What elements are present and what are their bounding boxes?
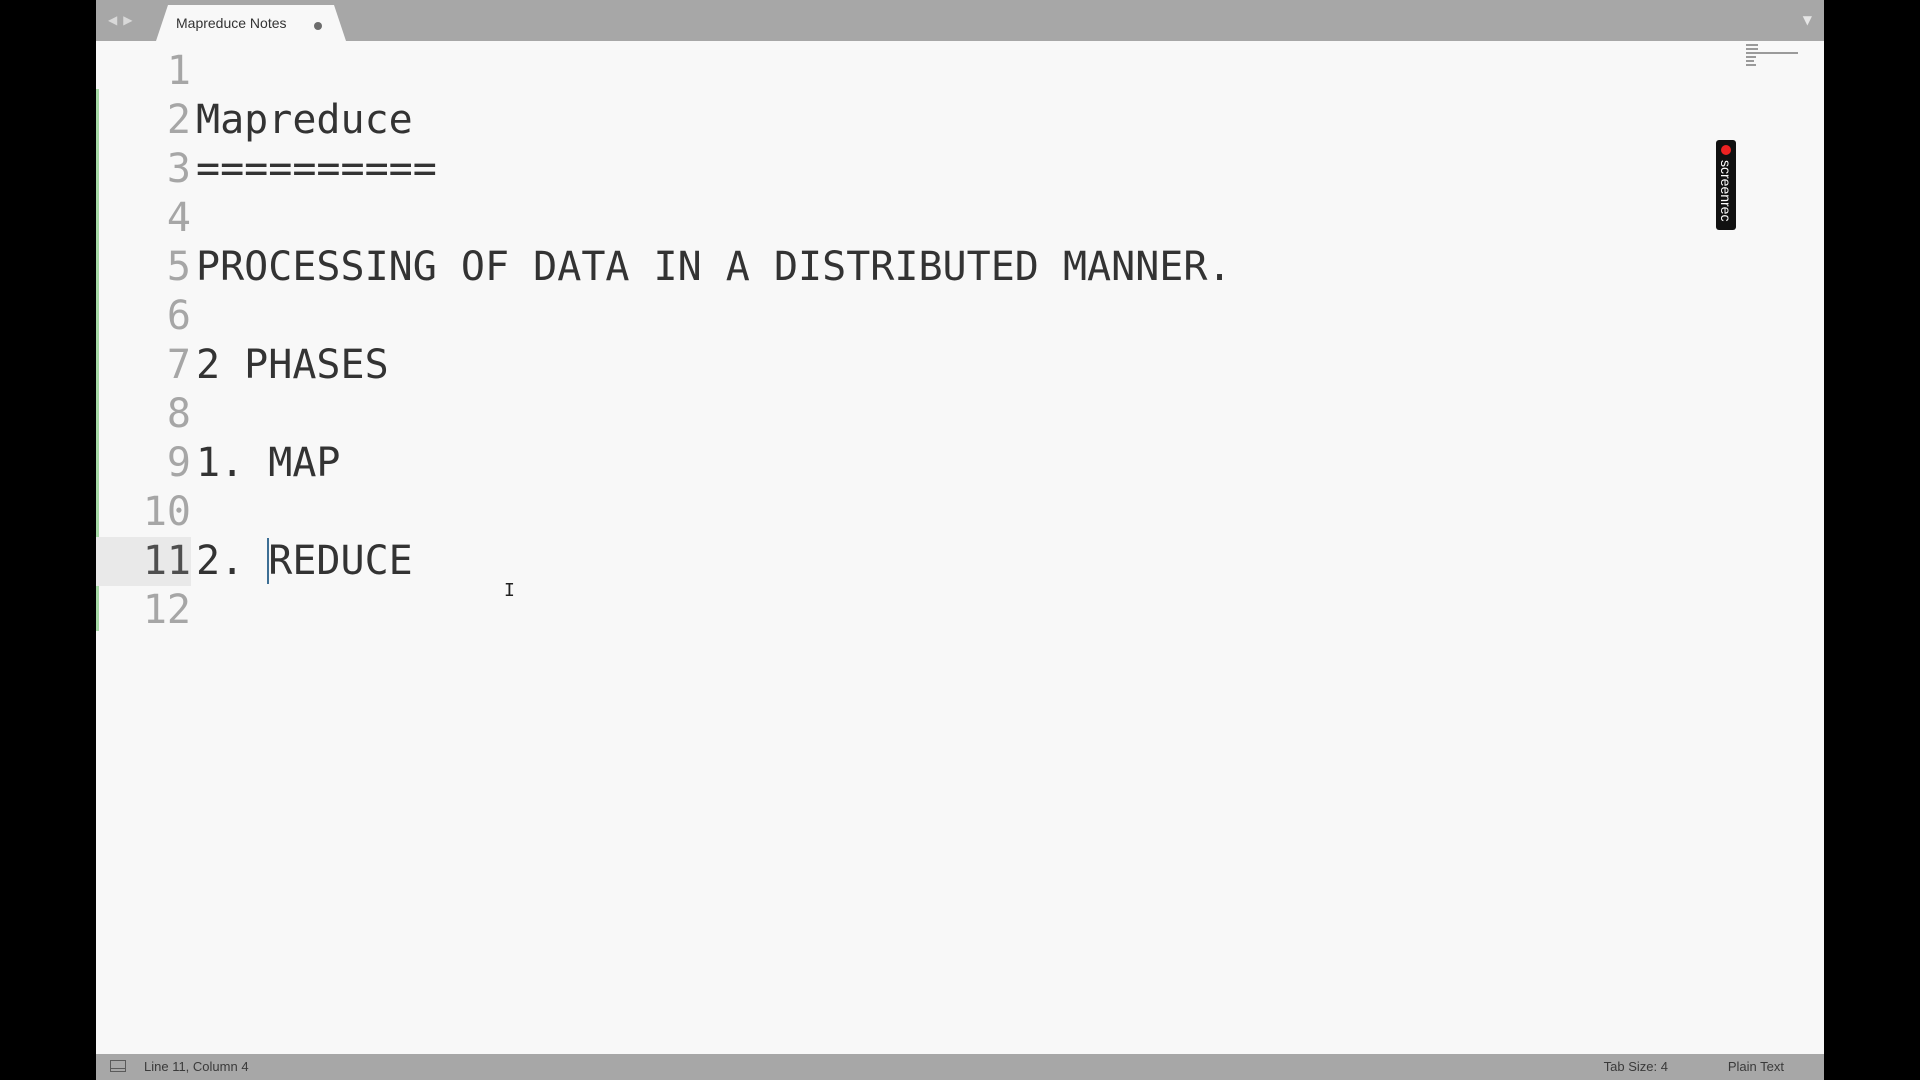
arrow-left-icon[interactable]: ◀ bbox=[108, 12, 117, 28]
line-number: 1 bbox=[166, 48, 191, 94]
line-number: 8 bbox=[166, 391, 191, 437]
editor-line-active[interactable]: 11 2. REDUCE bbox=[96, 537, 1696, 586]
editor-line[interactable]: 12 bbox=[96, 586, 1696, 635]
line-number: 12 bbox=[142, 587, 191, 633]
line-number: 4 bbox=[166, 195, 191, 241]
line-text: 2 PHASES bbox=[196, 342, 389, 388]
chevron-down-icon[interactable]: ▼ bbox=[1803, 13, 1812, 27]
line-text: 2. REDUCE bbox=[196, 537, 413, 586]
editor-line[interactable]: 6 bbox=[96, 292, 1696, 341]
text-editor[interactable]: 1 2 Mapreduce 3 ========== 4 5 PROCESSIN… bbox=[96, 41, 1824, 1054]
line-number: 5 bbox=[166, 244, 191, 290]
arrow-right-icon[interactable]: ▶ bbox=[123, 12, 132, 28]
minimap-line bbox=[1746, 64, 1756, 66]
tab-title: Mapreduce Notes bbox=[176, 15, 287, 31]
line-text: 1. MAP bbox=[196, 440, 341, 486]
line-number: 2 bbox=[166, 97, 191, 143]
tab-bar: ◀ ▶ Mapreduce Notes ▼ bbox=[96, 0, 1824, 41]
editor-line[interactable]: 1 bbox=[96, 47, 1696, 96]
line-text: PROCESSING OF DATA IN A DISTRIBUTED MANN… bbox=[196, 244, 1232, 290]
editor-line[interactable]: 4 bbox=[96, 194, 1696, 243]
tab-size-selector[interactable]: Tab Size: 4 bbox=[1604, 1059, 1668, 1074]
text-after-caret: REDUCE bbox=[268, 538, 413, 584]
minimap-line bbox=[1746, 52, 1798, 54]
editor-window: ◀ ▶ Mapreduce Notes ▼ 1 2 Mapreduce 3 ==… bbox=[96, 0, 1824, 1080]
minimap[interactable] bbox=[1746, 44, 1802, 74]
editor-line[interactable]: 5 PROCESSING OF DATA IN A DISTRIBUTED MA… bbox=[96, 243, 1696, 292]
tab-navigation: ◀ ▶ bbox=[108, 12, 132, 28]
unsaved-dot-icon[interactable] bbox=[314, 22, 322, 30]
cursor-position[interactable]: Line 11, Column 4 bbox=[144, 1059, 249, 1074]
line-number: 11 bbox=[142, 538, 191, 584]
tab-mapreduce-notes[interactable]: Mapreduce Notes bbox=[156, 5, 346, 41]
editor-line[interactable]: 2 Mapreduce bbox=[96, 96, 1696, 145]
ibeam-cursor-icon: I bbox=[504, 580, 515, 601]
minimap-line bbox=[1746, 60, 1754, 62]
recorder-label: screenrec bbox=[1718, 160, 1734, 222]
editor-line[interactable]: 9 1. MAP bbox=[96, 439, 1696, 488]
editor-line[interactable]: 10 bbox=[96, 488, 1696, 537]
record-icon bbox=[1721, 145, 1731, 155]
line-number: 3 bbox=[166, 146, 191, 192]
editor-line[interactable]: 7 2 PHASES bbox=[96, 341, 1696, 390]
line-number: 7 bbox=[166, 342, 191, 388]
minimap-line bbox=[1746, 44, 1758, 46]
minimap-line bbox=[1746, 56, 1756, 58]
line-number: 6 bbox=[166, 293, 191, 339]
editor-line[interactable]: 8 bbox=[96, 390, 1696, 439]
line-text: ========== bbox=[196, 146, 437, 192]
line-text: Mapreduce bbox=[196, 97, 413, 143]
panel-toggle-icon[interactable] bbox=[110, 1060, 126, 1072]
line-number: 9 bbox=[166, 440, 191, 486]
text-before-caret: 2. bbox=[196, 538, 269, 584]
syntax-selector[interactable]: Plain Text bbox=[1728, 1059, 1784, 1074]
minimap-line bbox=[1746, 48, 1758, 50]
status-bar: Line 11, Column 4 Tab Size: 4 Plain Text bbox=[96, 1054, 1824, 1080]
line-number: 10 bbox=[142, 489, 191, 535]
screen-recorder-badge[interactable]: screenrec bbox=[1716, 140, 1736, 230]
editor-line[interactable]: 3 ========== bbox=[96, 145, 1696, 194]
